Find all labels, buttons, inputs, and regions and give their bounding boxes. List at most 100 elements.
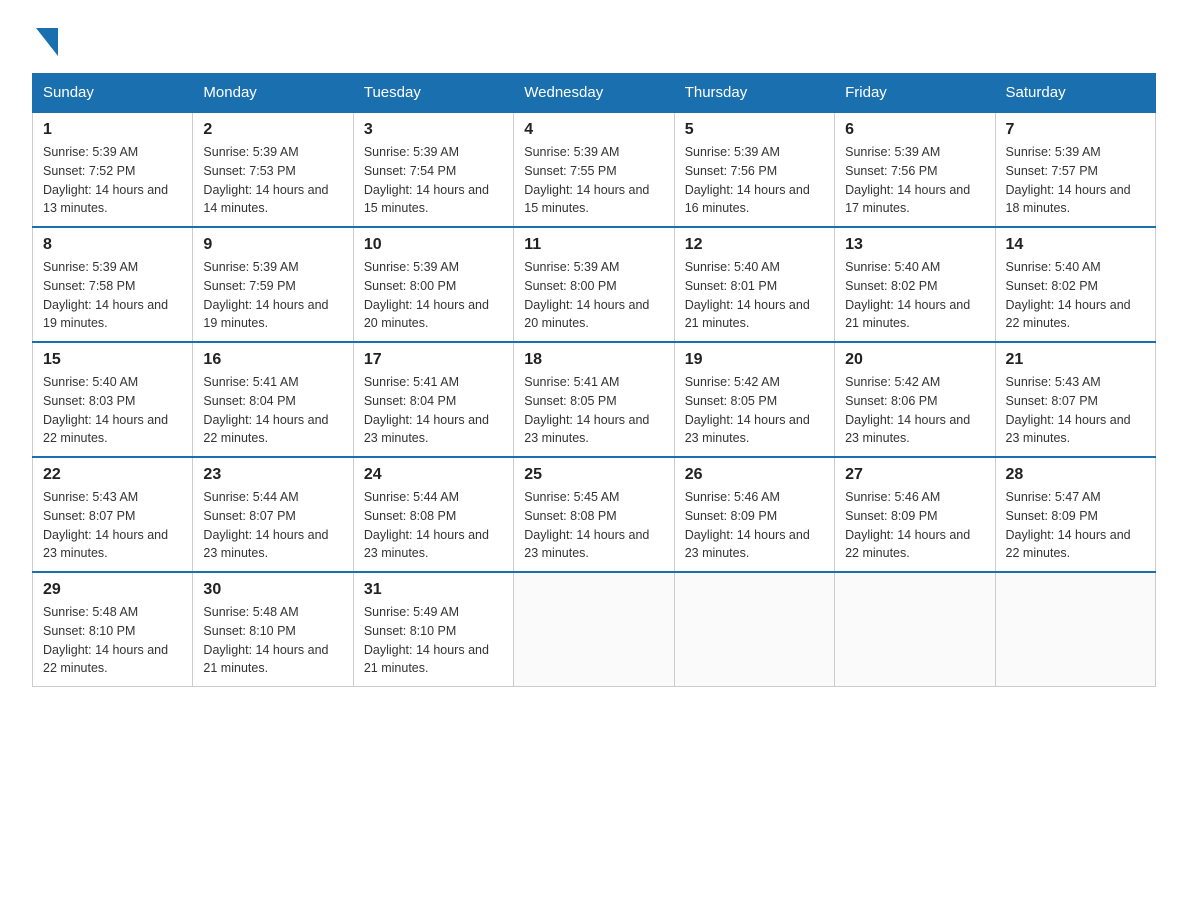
day-info: Sunrise: 5:40 AMSunset: 8:03 PMDaylight:…	[43, 373, 182, 448]
calendar-cell: 21 Sunrise: 5:43 AMSunset: 8:07 PMDayligh…	[995, 342, 1155, 457]
day-info: Sunrise: 5:41 AMSunset: 8:05 PMDaylight:…	[524, 373, 663, 448]
day-number: 27	[845, 466, 984, 484]
day-number: 12	[685, 236, 824, 254]
calendar-table: SundayMondayTuesdayWednesdayThursdayFrid…	[32, 73, 1156, 687]
calendar-cell	[674, 572, 834, 687]
calendar-cell: 27 Sunrise: 5:46 AMSunset: 8:09 PMDayligh…	[835, 457, 995, 572]
calendar-cell: 28 Sunrise: 5:47 AMSunset: 8:09 PMDayligh…	[995, 457, 1155, 572]
day-info: Sunrise: 5:46 AMSunset: 8:09 PMDaylight:…	[685, 488, 824, 563]
logo-triangle-icon	[36, 28, 58, 61]
calendar-cell	[835, 572, 995, 687]
day-info: Sunrise: 5:44 AMSunset: 8:07 PMDaylight:…	[203, 488, 342, 563]
calendar-cell: 15 Sunrise: 5:40 AMSunset: 8:03 PMDayligh…	[33, 342, 193, 457]
day-number: 13	[845, 236, 984, 254]
day-info: Sunrise: 5:40 AMSunset: 8:02 PMDaylight:…	[1006, 258, 1145, 333]
day-info: Sunrise: 5:41 AMSunset: 8:04 PMDaylight:…	[203, 373, 342, 448]
day-number: 9	[203, 236, 342, 254]
day-of-week-header: Friday	[835, 74, 995, 113]
day-info: Sunrise: 5:42 AMSunset: 8:06 PMDaylight:…	[845, 373, 984, 448]
calendar-cell: 6 Sunrise: 5:39 AMSunset: 7:56 PMDaylight…	[835, 112, 995, 227]
calendar-cell: 23 Sunrise: 5:44 AMSunset: 8:07 PMDayligh…	[193, 457, 353, 572]
day-of-week-header: Thursday	[674, 74, 834, 113]
day-info: Sunrise: 5:43 AMSunset: 8:07 PMDaylight:…	[1006, 373, 1145, 448]
calendar-header-row: SundayMondayTuesdayWednesdayThursdayFrid…	[33, 74, 1156, 113]
day-info: Sunrise: 5:40 AMSunset: 8:02 PMDaylight:…	[845, 258, 984, 333]
day-number: 3	[364, 121, 503, 139]
day-info: Sunrise: 5:39 AMSunset: 7:55 PMDaylight:…	[524, 143, 663, 218]
day-info: Sunrise: 5:42 AMSunset: 8:05 PMDaylight:…	[685, 373, 824, 448]
day-info: Sunrise: 5:39 AMSunset: 8:00 PMDaylight:…	[364, 258, 503, 333]
calendar-cell: 20 Sunrise: 5:42 AMSunset: 8:06 PMDayligh…	[835, 342, 995, 457]
day-info: Sunrise: 5:39 AMSunset: 7:56 PMDaylight:…	[685, 143, 824, 218]
day-info: Sunrise: 5:47 AMSunset: 8:09 PMDaylight:…	[1006, 488, 1145, 563]
calendar-cell: 10 Sunrise: 5:39 AMSunset: 8:00 PMDayligh…	[353, 227, 513, 342]
day-of-week-header: Wednesday	[514, 74, 674, 113]
calendar-cell: 12 Sunrise: 5:40 AMSunset: 8:01 PMDayligh…	[674, 227, 834, 342]
calendar-cell: 17Sunrise: 5:41 AMSunset: 8:04 PMDayligh…	[353, 342, 513, 457]
calendar-cell: 24 Sunrise: 5:44 AMSunset: 8:08 PMDayligh…	[353, 457, 513, 572]
day-number: 16	[203, 351, 342, 369]
page-header	[32, 24, 1156, 61]
day-number: 2	[203, 121, 342, 139]
calendar-cell: 25 Sunrise: 5:45 AMSunset: 8:08 PMDayligh…	[514, 457, 674, 572]
day-info: Sunrise: 5:48 AMSunset: 8:10 PMDaylight:…	[203, 603, 342, 678]
day-info: Sunrise: 5:44 AMSunset: 8:08 PMDaylight:…	[364, 488, 503, 563]
calendar-week-row: 29 Sunrise: 5:48 AMSunset: 8:10 PMDayligh…	[33, 572, 1156, 687]
calendar-cell: 11 Sunrise: 5:39 AMSunset: 8:00 PMDayligh…	[514, 227, 674, 342]
calendar-cell: 26 Sunrise: 5:46 AMSunset: 8:09 PMDayligh…	[674, 457, 834, 572]
day-of-week-header: Sunday	[33, 74, 193, 113]
logo	[32, 24, 58, 61]
day-number: 29	[43, 581, 182, 599]
day-info: Sunrise: 5:39 AMSunset: 7:57 PMDaylight:…	[1006, 143, 1145, 218]
calendar-cell: 14 Sunrise: 5:40 AMSunset: 8:02 PMDayligh…	[995, 227, 1155, 342]
day-info: Sunrise: 5:45 AMSunset: 8:08 PMDaylight:…	[524, 488, 663, 563]
day-number: 6	[845, 121, 984, 139]
day-of-week-header: Saturday	[995, 74, 1155, 113]
calendar-cell: 5Sunrise: 5:39 AMSunset: 7:56 PMDaylight…	[674, 112, 834, 227]
day-number: 8	[43, 236, 182, 254]
day-of-week-header: Monday	[193, 74, 353, 113]
day-number: 1	[43, 121, 182, 139]
calendar-cell: 4Sunrise: 5:39 AMSunset: 7:55 PMDaylight…	[514, 112, 674, 227]
day-info: Sunrise: 5:39 AMSunset: 7:59 PMDaylight:…	[203, 258, 342, 333]
day-number: 23	[203, 466, 342, 484]
calendar-week-row: 8 Sunrise: 5:39 AMSunset: 7:58 PMDaylight…	[33, 227, 1156, 342]
day-number: 10	[364, 236, 503, 254]
day-info: Sunrise: 5:39 AMSunset: 7:58 PMDaylight:…	[43, 258, 182, 333]
day-number: 19	[685, 351, 824, 369]
day-info: Sunrise: 5:49 AMSunset: 8:10 PMDaylight:…	[364, 603, 503, 678]
day-of-week-header: Tuesday	[353, 74, 513, 113]
calendar-cell: 9 Sunrise: 5:39 AMSunset: 7:59 PMDaylight…	[193, 227, 353, 342]
day-info: Sunrise: 5:40 AMSunset: 8:01 PMDaylight:…	[685, 258, 824, 333]
day-number: 21	[1006, 351, 1145, 369]
calendar-cell	[514, 572, 674, 687]
calendar-cell: 7Sunrise: 5:39 AMSunset: 7:57 PMDaylight…	[995, 112, 1155, 227]
calendar-cell: 13 Sunrise: 5:40 AMSunset: 8:02 PMDayligh…	[835, 227, 995, 342]
day-info: Sunrise: 5:39 AMSunset: 7:56 PMDaylight:…	[845, 143, 984, 218]
calendar-cell: 1 Sunrise: 5:39 AMSunset: 7:52 PMDaylight…	[33, 112, 193, 227]
day-number: 26	[685, 466, 824, 484]
day-info: Sunrise: 5:39 AMSunset: 7:54 PMDaylight:…	[364, 143, 503, 218]
day-info: Sunrise: 5:46 AMSunset: 8:09 PMDaylight:…	[845, 488, 984, 563]
calendar-week-row: 15 Sunrise: 5:40 AMSunset: 8:03 PMDayligh…	[33, 342, 1156, 457]
day-number: 25	[524, 466, 663, 484]
day-number: 24	[364, 466, 503, 484]
day-number: 28	[1006, 466, 1145, 484]
day-number: 14	[1006, 236, 1145, 254]
calendar-cell: 31Sunrise: 5:49 AMSunset: 8:10 PMDayligh…	[353, 572, 513, 687]
calendar-cell: 22 Sunrise: 5:43 AMSunset: 8:07 PMDayligh…	[33, 457, 193, 572]
calendar-cell: 18Sunrise: 5:41 AMSunset: 8:05 PMDayligh…	[514, 342, 674, 457]
calendar-week-row: 22 Sunrise: 5:43 AMSunset: 8:07 PMDayligh…	[33, 457, 1156, 572]
day-info: Sunrise: 5:43 AMSunset: 8:07 PMDaylight:…	[43, 488, 182, 563]
day-info: Sunrise: 5:41 AMSunset: 8:04 PMDaylight:…	[364, 373, 503, 448]
calendar-cell: 30Sunrise: 5:48 AMSunset: 8:10 PMDayligh…	[193, 572, 353, 687]
day-info: Sunrise: 5:39 AMSunset: 7:52 PMDaylight:…	[43, 143, 182, 218]
calendar-cell: 3 Sunrise: 5:39 AMSunset: 7:54 PMDaylight…	[353, 112, 513, 227]
day-info: Sunrise: 5:39 AMSunset: 7:53 PMDaylight:…	[203, 143, 342, 218]
day-number: 15	[43, 351, 182, 369]
day-number: 20	[845, 351, 984, 369]
day-info: Sunrise: 5:39 AMSunset: 8:00 PMDaylight:…	[524, 258, 663, 333]
day-number: 22	[43, 466, 182, 484]
day-number: 11	[524, 236, 663, 254]
calendar-cell: 8 Sunrise: 5:39 AMSunset: 7:58 PMDaylight…	[33, 227, 193, 342]
